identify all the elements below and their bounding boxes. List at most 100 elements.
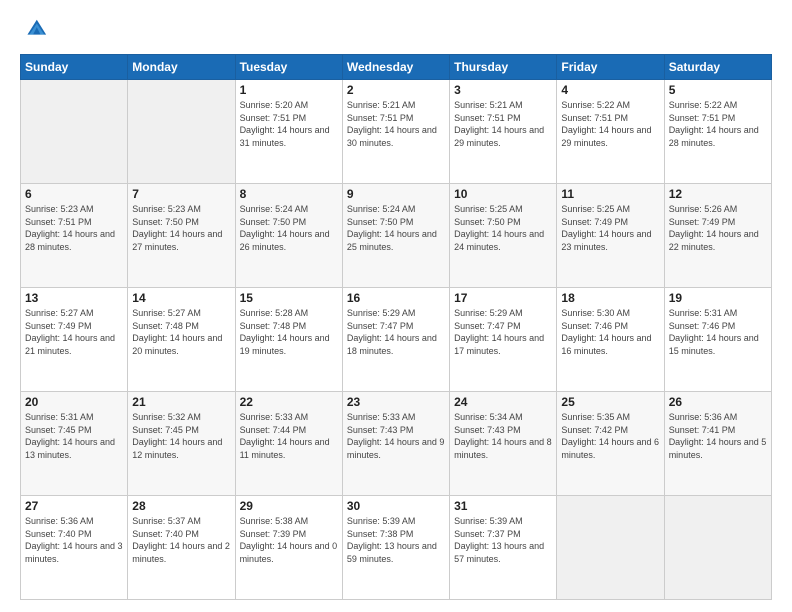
calendar-cell: 25 Sunrise: 5:35 AMSunset: 7:42 PMDaylig…: [557, 392, 664, 496]
day-number: 28: [132, 499, 230, 513]
calendar-cell: 24 Sunrise: 5:34 AMSunset: 7:43 PMDaylig…: [450, 392, 557, 496]
day-number: 16: [347, 291, 445, 305]
day-number: 1: [240, 83, 338, 97]
weekday-header-friday: Friday: [557, 55, 664, 80]
calendar-cell: 2 Sunrise: 5:21 AMSunset: 7:51 PMDayligh…: [342, 80, 449, 184]
calendar-table: SundayMondayTuesdayWednesdayThursdayFrid…: [20, 54, 772, 600]
day-detail: Sunrise: 5:36 AMSunset: 7:40 PMDaylight:…: [25, 516, 123, 564]
day-number: 24: [454, 395, 552, 409]
calendar-cell: 16 Sunrise: 5:29 AMSunset: 7:47 PMDaylig…: [342, 288, 449, 392]
day-detail: Sunrise: 5:26 AMSunset: 7:49 PMDaylight:…: [669, 204, 759, 252]
day-number: 22: [240, 395, 338, 409]
week-row-2: 6 Sunrise: 5:23 AMSunset: 7:51 PMDayligh…: [21, 184, 772, 288]
day-number: 4: [561, 83, 659, 97]
header: [20, 16, 772, 44]
calendar-cell: 7 Sunrise: 5:23 AMSunset: 7:50 PMDayligh…: [128, 184, 235, 288]
day-number: 3: [454, 83, 552, 97]
day-number: 11: [561, 187, 659, 201]
day-detail: Sunrise: 5:39 AMSunset: 7:37 PMDaylight:…: [454, 516, 544, 564]
day-number: 7: [132, 187, 230, 201]
calendar-cell: 12 Sunrise: 5:26 AMSunset: 7:49 PMDaylig…: [664, 184, 771, 288]
day-detail: Sunrise: 5:22 AMSunset: 7:51 PMDaylight:…: [669, 100, 759, 148]
day-detail: Sunrise: 5:27 AMSunset: 7:48 PMDaylight:…: [132, 308, 222, 356]
day-detail: Sunrise: 5:39 AMSunset: 7:38 PMDaylight:…: [347, 516, 437, 564]
day-detail: Sunrise: 5:35 AMSunset: 7:42 PMDaylight:…: [561, 412, 659, 460]
calendar-cell: 23 Sunrise: 5:33 AMSunset: 7:43 PMDaylig…: [342, 392, 449, 496]
calendar-cell: 18 Sunrise: 5:30 AMSunset: 7:46 PMDaylig…: [557, 288, 664, 392]
calendar-cell: 17 Sunrise: 5:29 AMSunset: 7:47 PMDaylig…: [450, 288, 557, 392]
weekday-header-saturday: Saturday: [664, 55, 771, 80]
weekday-header-thursday: Thursday: [450, 55, 557, 80]
calendar-cell: [557, 496, 664, 600]
calendar-cell: 19 Sunrise: 5:31 AMSunset: 7:46 PMDaylig…: [664, 288, 771, 392]
calendar-cell: 15 Sunrise: 5:28 AMSunset: 7:48 PMDaylig…: [235, 288, 342, 392]
calendar-cell: 1 Sunrise: 5:20 AMSunset: 7:51 PMDayligh…: [235, 80, 342, 184]
calendar-cell: 31 Sunrise: 5:39 AMSunset: 7:37 PMDaylig…: [450, 496, 557, 600]
day-detail: Sunrise: 5:29 AMSunset: 7:47 PMDaylight:…: [454, 308, 544, 356]
day-detail: Sunrise: 5:22 AMSunset: 7:51 PMDaylight:…: [561, 100, 651, 148]
calendar-cell: 6 Sunrise: 5:23 AMSunset: 7:51 PMDayligh…: [21, 184, 128, 288]
day-number: 26: [669, 395, 767, 409]
day-number: 30: [347, 499, 445, 513]
calendar-cell: [128, 80, 235, 184]
week-row-4: 20 Sunrise: 5:31 AMSunset: 7:45 PMDaylig…: [21, 392, 772, 496]
calendar-cell: 13 Sunrise: 5:27 AMSunset: 7:49 PMDaylig…: [21, 288, 128, 392]
calendar-cell: 4 Sunrise: 5:22 AMSunset: 7:51 PMDayligh…: [557, 80, 664, 184]
day-number: 6: [25, 187, 123, 201]
day-number: 29: [240, 499, 338, 513]
calendar-cell: 22 Sunrise: 5:33 AMSunset: 7:44 PMDaylig…: [235, 392, 342, 496]
day-number: 13: [25, 291, 123, 305]
day-detail: Sunrise: 5:27 AMSunset: 7:49 PMDaylight:…: [25, 308, 115, 356]
calendar-cell: 5 Sunrise: 5:22 AMSunset: 7:51 PMDayligh…: [664, 80, 771, 184]
day-detail: Sunrise: 5:31 AMSunset: 7:45 PMDaylight:…: [25, 412, 115, 460]
day-detail: Sunrise: 5:33 AMSunset: 7:44 PMDaylight:…: [240, 412, 330, 460]
calendar-cell: 9 Sunrise: 5:24 AMSunset: 7:50 PMDayligh…: [342, 184, 449, 288]
day-number: 19: [669, 291, 767, 305]
weekday-header-monday: Monday: [128, 55, 235, 80]
logo-icon: [20, 16, 48, 44]
calendar-cell: 21 Sunrise: 5:32 AMSunset: 7:45 PMDaylig…: [128, 392, 235, 496]
weekday-header-sunday: Sunday: [21, 55, 128, 80]
calendar-cell: 28 Sunrise: 5:37 AMSunset: 7:40 PMDaylig…: [128, 496, 235, 600]
day-detail: Sunrise: 5:23 AMSunset: 7:50 PMDaylight:…: [132, 204, 222, 252]
calendar-body: 1 Sunrise: 5:20 AMSunset: 7:51 PMDayligh…: [21, 80, 772, 600]
day-number: 17: [454, 291, 552, 305]
calendar-cell: [21, 80, 128, 184]
calendar-cell: 10 Sunrise: 5:25 AMSunset: 7:50 PMDaylig…: [450, 184, 557, 288]
day-number: 14: [132, 291, 230, 305]
day-detail: Sunrise: 5:24 AMSunset: 7:50 PMDaylight:…: [347, 204, 437, 252]
day-number: 27: [25, 499, 123, 513]
day-detail: Sunrise: 5:33 AMSunset: 7:43 PMDaylight:…: [347, 412, 445, 460]
page: SundayMondayTuesdayWednesdayThursdayFrid…: [0, 0, 792, 612]
day-detail: Sunrise: 5:21 AMSunset: 7:51 PMDaylight:…: [454, 100, 544, 148]
day-number: 15: [240, 291, 338, 305]
day-detail: Sunrise: 5:32 AMSunset: 7:45 PMDaylight:…: [132, 412, 222, 460]
weekday-header-wednesday: Wednesday: [342, 55, 449, 80]
week-row-5: 27 Sunrise: 5:36 AMSunset: 7:40 PMDaylig…: [21, 496, 772, 600]
calendar-cell: 8 Sunrise: 5:24 AMSunset: 7:50 PMDayligh…: [235, 184, 342, 288]
weekday-header-tuesday: Tuesday: [235, 55, 342, 80]
day-detail: Sunrise: 5:29 AMSunset: 7:47 PMDaylight:…: [347, 308, 437, 356]
calendar-header: SundayMondayTuesdayWednesdayThursdayFrid…: [21, 55, 772, 80]
day-detail: Sunrise: 5:34 AMSunset: 7:43 PMDaylight:…: [454, 412, 552, 460]
week-row-1: 1 Sunrise: 5:20 AMSunset: 7:51 PMDayligh…: [21, 80, 772, 184]
calendar-cell: 3 Sunrise: 5:21 AMSunset: 7:51 PMDayligh…: [450, 80, 557, 184]
day-detail: Sunrise: 5:30 AMSunset: 7:46 PMDaylight:…: [561, 308, 651, 356]
calendar-cell: 20 Sunrise: 5:31 AMSunset: 7:45 PMDaylig…: [21, 392, 128, 496]
weekday-header-row: SundayMondayTuesdayWednesdayThursdayFrid…: [21, 55, 772, 80]
calendar-cell: [664, 496, 771, 600]
day-detail: Sunrise: 5:25 AMSunset: 7:50 PMDaylight:…: [454, 204, 544, 252]
day-number: 10: [454, 187, 552, 201]
day-detail: Sunrise: 5:20 AMSunset: 7:51 PMDaylight:…: [240, 100, 330, 148]
day-detail: Sunrise: 5:23 AMSunset: 7:51 PMDaylight:…: [25, 204, 115, 252]
day-number: 21: [132, 395, 230, 409]
calendar-cell: 14 Sunrise: 5:27 AMSunset: 7:48 PMDaylig…: [128, 288, 235, 392]
day-number: 5: [669, 83, 767, 97]
calendar-cell: 29 Sunrise: 5:38 AMSunset: 7:39 PMDaylig…: [235, 496, 342, 600]
day-detail: Sunrise: 5:37 AMSunset: 7:40 PMDaylight:…: [132, 516, 230, 564]
day-number: 25: [561, 395, 659, 409]
day-number: 23: [347, 395, 445, 409]
day-number: 2: [347, 83, 445, 97]
logo: [20, 16, 52, 44]
day-number: 9: [347, 187, 445, 201]
